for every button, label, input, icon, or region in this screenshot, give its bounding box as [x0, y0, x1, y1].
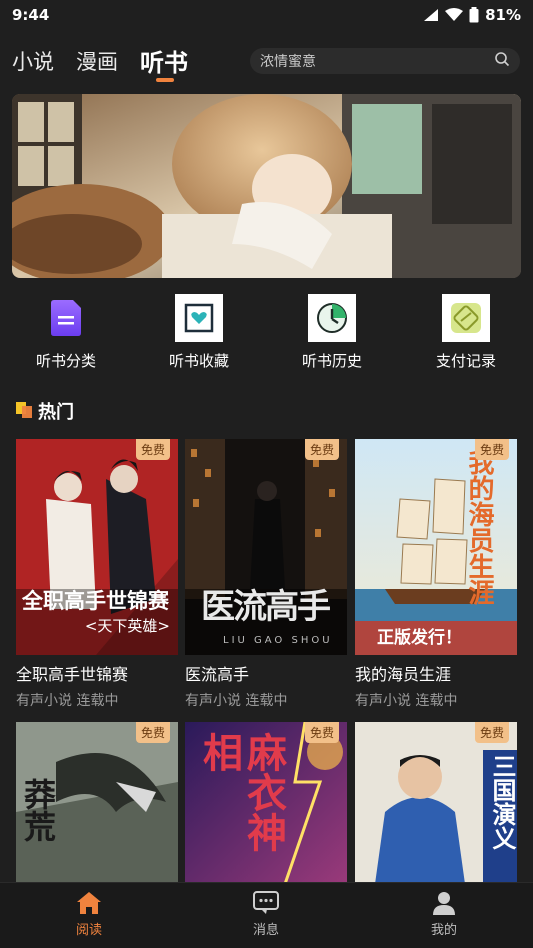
cover-title: 全职高手世锦赛 [22, 589, 169, 613]
book-cover[interactable]: 麻衣神相 免费 [185, 722, 347, 884]
book-subtitle: 有声小说 连载中 [355, 693, 458, 709]
book-card[interactable]: 麻衣神相 免费 [185, 722, 347, 884]
book-subtitle: 有声小说 连载中 [16, 693, 119, 709]
book-subtitle: 有声小说 连载中 [185, 693, 288, 709]
book-title: 全职高手世锦赛 [16, 665, 129, 684]
book-cover[interactable]: 我的海员生涯 正版发行！ 免费 [355, 439, 517, 655]
free-badge: 免费 [304, 439, 339, 460]
tab-novel[interactable]: 小说 [12, 46, 54, 76]
free-badge: 免费 [474, 439, 509, 460]
message-icon [226, 891, 306, 915]
cover-title: 我的海员生涯 [464, 449, 494, 605]
profile-icon [404, 891, 484, 915]
bottom-nav-label: 消息 [252, 923, 279, 938]
bottom-nav-profile[interactable]: 我的 [404, 891, 484, 938]
top-nav: 小说 漫画 听书 浓情蜜意 [0, 36, 533, 86]
signal-icon [423, 8, 439, 22]
battery-level: 81% [485, 6, 521, 24]
cover-title: 麻衣神相 [196, 732, 286, 852]
cover-subtitle: <天下英雄> [84, 617, 170, 635]
tab-audiobook[interactable]: 听书 [140, 43, 188, 78]
hot-section-icon [16, 400, 34, 423]
book-cover[interactable]: 全职高手世锦赛 <天下英雄> 免费 [16, 439, 178, 655]
favorite-icon [175, 294, 223, 342]
history-icon [308, 294, 356, 342]
cover-subtitle: LIU GAO SHOU [223, 635, 333, 646]
quick-link-label: 支付记录 [435, 352, 496, 370]
category-icon [42, 294, 90, 342]
book-card[interactable]: 我的海员生涯 正版发行！ 免费 我的海员生涯 有声小说 连载中 [355, 439, 517, 710]
section-title: 热门 [38, 402, 74, 423]
quick-link-label: 听书收藏 [168, 352, 229, 370]
free-badge: 免费 [135, 439, 170, 460]
quick-link-history[interactable]: 听书历史 [277, 294, 387, 371]
free-badge: 免费 [474, 722, 509, 743]
bottom-nav: 阅读 消息 我的 [0, 882, 533, 948]
book-card[interactable]: 莽荒 免费 [16, 722, 178, 884]
status-time: 9:44 [12, 6, 50, 24]
book-title: 我的海员生涯 [355, 665, 452, 684]
book-cover[interactable]: 莽荒 免费 [16, 722, 178, 884]
book-cover[interactable]: 三国演义 免费 [355, 722, 517, 884]
cover-title: 三国演义 [488, 754, 516, 850]
cover-subtitle: 正版发行！ [377, 628, 462, 648]
quick-links: 听书分类 听书收藏 听书历史 支付记录 [0, 294, 533, 374]
free-badge: 免费 [135, 722, 170, 743]
home-icon [49, 891, 129, 915]
book-card[interactable]: 全职高手世锦赛 <天下英雄> 免费 全职高手世锦赛 有声小说 连载中 [16, 439, 178, 710]
quick-link-payments[interactable]: 支付记录 [411, 294, 521, 371]
search-placeholder: 浓情蜜意 [260, 54, 316, 70]
book-card[interactable]: 三国演义 免费 [355, 722, 517, 884]
payment-icon [442, 294, 490, 342]
search-box[interactable]: 浓情蜜意 [250, 48, 520, 74]
tab-comic[interactable]: 漫画 [76, 46, 118, 76]
quick-link-category[interactable]: 听书分类 [11, 294, 121, 371]
banner-image[interactable] [12, 94, 521, 278]
section-header-hot: 热门 [16, 398, 74, 424]
active-tab-indicator [156, 78, 174, 82]
book-title: 医流高手 [185, 665, 250, 684]
quick-link-favorites[interactable]: 听书收藏 [144, 294, 254, 371]
quick-link-label: 听书历史 [301, 352, 362, 370]
search-icon[interactable] [494, 51, 510, 71]
bottom-nav-messages[interactable]: 消息 [226, 891, 306, 938]
cover-title: 莽荒 [19, 778, 57, 842]
cover-title: 医流高手 [201, 587, 331, 627]
quick-link-label: 听书分类 [35, 352, 96, 370]
battery-icon [469, 7, 479, 23]
bottom-nav-label: 阅读 [75, 923, 102, 938]
free-badge: 免费 [304, 722, 339, 743]
bottom-nav-read[interactable]: 阅读 [49, 891, 129, 938]
bottom-nav-label: 我的 [430, 923, 457, 938]
book-card[interactable]: 医流高手 LIU GAO SHOU 免费 医流高手 有声小说 连载中 [185, 439, 347, 710]
wifi-icon [445, 8, 464, 22]
status-bar: 9:44 81% [0, 0, 533, 30]
book-cover[interactable]: 医流高手 LIU GAO SHOU 免费 [185, 439, 347, 655]
